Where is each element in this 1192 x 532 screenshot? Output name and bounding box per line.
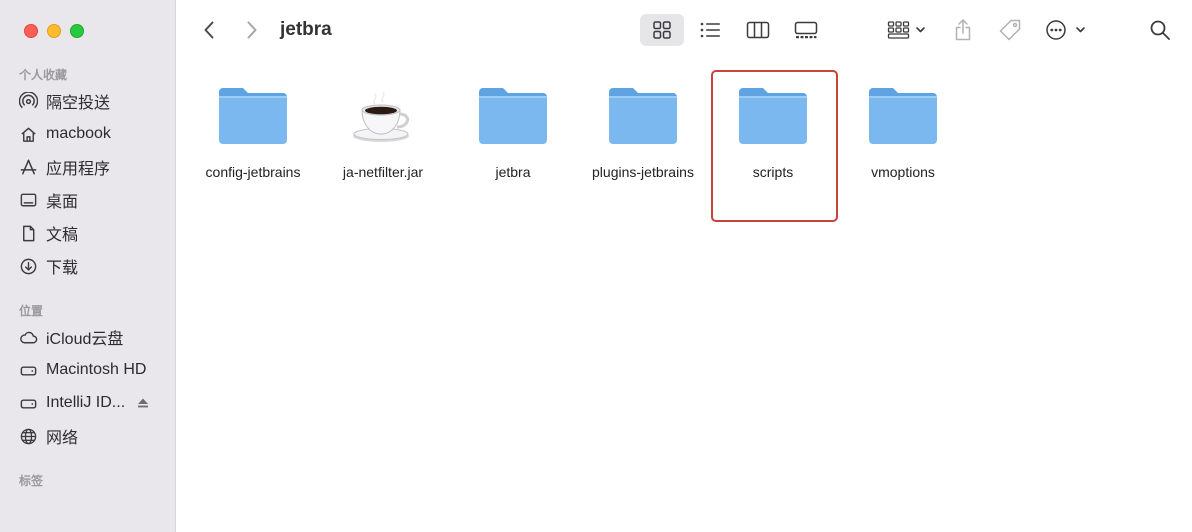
sidebar-item-macbook[interactable]: macbook	[19, 121, 169, 147]
more-actions-button[interactable]	[1043, 14, 1091, 46]
sidebar-section-favorites: 个人收藏	[19, 68, 68, 82]
forward-button[interactable]	[240, 14, 264, 46]
sidebar-item-icloud[interactable]: iCloud云盘	[19, 324, 169, 350]
search-icon	[1150, 20, 1170, 40]
sidebar-item-label: 桌面	[46, 194, 79, 211]
group-by-button[interactable]	[883, 14, 931, 46]
file-item-vmoptions[interactable]: vmoptions	[838, 80, 968, 180]
sidebar-item-desktop[interactable]: 桌面	[19, 187, 169, 213]
tag-icon	[999, 19, 1021, 41]
sidebar-item-downloads[interactable]: 下载	[19, 253, 169, 279]
ellipsis-icon	[1046, 20, 1085, 40]
applications-icon	[20, 159, 37, 174]
list-icon	[700, 22, 720, 38]
sidebar-item-label: 应用程序	[46, 161, 111, 178]
sidebar-item-macintosh-hd[interactable]: Macintosh HD	[19, 357, 169, 383]
folder-icon	[213, 80, 293, 150]
share-icon	[955, 19, 971, 41]
file-name: vmoptions	[871, 164, 935, 180]
window-title: jetbra	[280, 19, 332, 40]
back-button[interactable]	[197, 14, 221, 46]
file-item-jetbra[interactable]: jetbra	[448, 80, 578, 180]
icon-view-button[interactable]	[640, 14, 684, 46]
search-button[interactable]	[1147, 14, 1173, 46]
java-coffee-cup-icon	[343, 80, 423, 150]
file-item-scripts[interactable]: scripts	[708, 80, 838, 180]
airdrop-icon	[19, 91, 38, 108]
toolbar: jetbra	[177, 0, 1192, 62]
folder-icon	[603, 80, 683, 150]
sidebar-item-label: IntelliJ ID...	[46, 394, 126, 411]
sidebar-item-intellij-volume[interactable]: IntelliJ ID...	[19, 390, 169, 416]
close-window-button[interactable]	[24, 24, 38, 38]
finder-window: 个人收藏 隔空投送 macbook 应用程序 桌面 文稿 下载 位置 iClou…	[0, 0, 1192, 532]
grid-icon	[653, 21, 671, 39]
globe-icon	[20, 428, 37, 444]
folder-icon	[733, 80, 813, 150]
sidebar-item-label: macbook	[46, 125, 111, 142]
file-name: jetbra	[495, 164, 531, 180]
chevron-left-icon	[204, 21, 214, 39]
file-item-ja-netfilter-jar[interactable]: ja-netfilter.jar	[318, 80, 448, 180]
document-icon	[23, 225, 35, 241]
drive-icon	[20, 398, 37, 408]
folder-icon	[863, 80, 943, 150]
gallery-icon	[794, 21, 818, 39]
sidebar-item-airdrop[interactable]: 隔空投送	[19, 88, 169, 114]
group-icon	[887, 21, 925, 39]
gallery-view-button[interactable]	[784, 14, 828, 46]
sidebar: 个人收藏 隔空投送 macbook 应用程序 桌面 文稿 下载 位置 iClou…	[0, 0, 176, 532]
sidebar-section-tags[interactable]: 标签	[19, 472, 43, 489]
minimize-window-button[interactable]	[47, 24, 61, 38]
folder-icon	[473, 80, 553, 150]
eject-icon[interactable]	[137, 397, 149, 409]
sidebar-item-label: 文稿	[46, 227, 79, 244]
column-view-button[interactable]	[736, 14, 780, 46]
file-grid: config-jetbrains ja-netfilter.jar jetbra…	[177, 62, 1192, 532]
sidebar-section-locations: 位置	[19, 304, 44, 318]
download-icon	[20, 258, 37, 274]
sidebar-item-label: Macintosh HD	[46, 361, 147, 378]
file-item-config-jetbrains[interactable]: config-jetbrains	[188, 80, 318, 180]
columns-icon	[746, 21, 770, 39]
file-name: ja-netfilter.jar	[342, 164, 424, 180]
sidebar-item-network[interactable]: 网络	[19, 423, 169, 449]
file-name: scripts	[752, 164, 794, 180]
sidebar-item-label: 下载	[46, 260, 79, 277]
sidebar-item-label: 网络	[46, 430, 79, 447]
zoom-window-button[interactable]	[70, 24, 84, 38]
chevron-right-icon	[247, 21, 257, 39]
share-button[interactable]	[949, 14, 977, 46]
desktop-icon	[20, 193, 37, 206]
drive-icon	[20, 365, 37, 375]
file-name: plugins-jetbrains	[592, 164, 694, 180]
sidebar-item-applications[interactable]: 应用程序	[19, 154, 169, 180]
sidebar-item-label: iCloud云盘	[46, 331, 124, 348]
file-item-plugins-jetbrains[interactable]: plugins-jetbrains	[578, 80, 708, 180]
tag-button[interactable]	[995, 14, 1025, 46]
list-view-button[interactable]	[688, 14, 732, 46]
sidebar-item-label: 隔空投送	[46, 95, 111, 112]
window-controls	[24, 24, 84, 38]
sidebar-item-documents[interactable]: 文稿	[19, 220, 169, 246]
home-icon	[21, 127, 36, 142]
file-name: config-jetbrains	[205, 164, 301, 180]
cloud-icon	[20, 331, 38, 343]
